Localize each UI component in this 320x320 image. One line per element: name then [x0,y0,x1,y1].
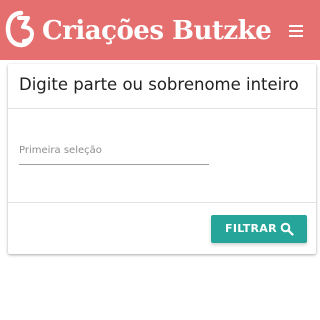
card-divider-top [8,108,316,109]
card-divider-bottom [8,202,316,203]
first-selection-input[interactable] [19,140,209,165]
top-app-bar: Criações Butzke [0,0,320,60]
filter-card: Digite parte ou sobrenome inteiro Primei… [8,64,316,254]
brand-title[interactable]: Criações Butzke [42,13,272,49]
hamburger-menu-icon[interactable] [287,22,307,40]
search-icon [280,222,294,236]
card-title: Digite parte ou sobrenome inteiro [19,75,299,94]
filter-button[interactable]: FILTRAR [211,215,307,243]
cb-monogram-icon[interactable] [4,9,38,49]
filter-button-label: FILTRAR [225,222,277,235]
